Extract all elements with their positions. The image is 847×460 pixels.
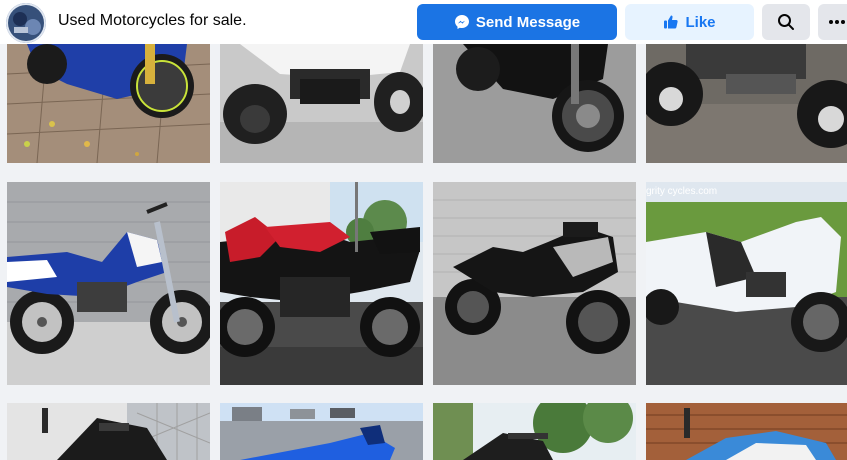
page-photos-view: Used Motorcycles for sale. Send Message … [0,0,847,460]
photo-tile[interactable] [220,182,423,385]
like-button[interactable]: Like [625,4,754,40]
thumbs-up-icon [663,14,679,30]
photo-tile[interactable] [433,44,636,163]
photo-tile[interactable] [646,44,847,163]
page-title[interactable]: Used Motorcycles for sale. [58,12,247,30]
photo-tile[interactable] [7,44,210,163]
photo-tile[interactable]: grity cycles.com [646,182,847,385]
page-avatar[interactable] [6,3,46,43]
photo-tile[interactable] [220,44,423,163]
search-button[interactable] [762,4,810,40]
photo-tile[interactable] [7,403,210,460]
more-dots-icon [828,19,846,25]
send-message-label: Send Message [475,13,581,31]
page-header: Used Motorcycles for sale. Send Message … [0,0,847,44]
more-options-button[interactable] [818,4,847,40]
photo-tile[interactable] [433,182,636,385]
photo-tile[interactable] [7,182,210,385]
send-message-button[interactable]: Send Message [417,4,617,40]
photo-tile[interactable] [433,403,636,460]
search-icon [777,13,795,31]
photo-tile[interactable] [220,403,423,460]
like-label: Like [685,13,716,31]
watermark-text: grity cycles.com [646,186,718,197]
photo-tile[interactable] [646,403,847,460]
messenger-icon [454,14,470,30]
